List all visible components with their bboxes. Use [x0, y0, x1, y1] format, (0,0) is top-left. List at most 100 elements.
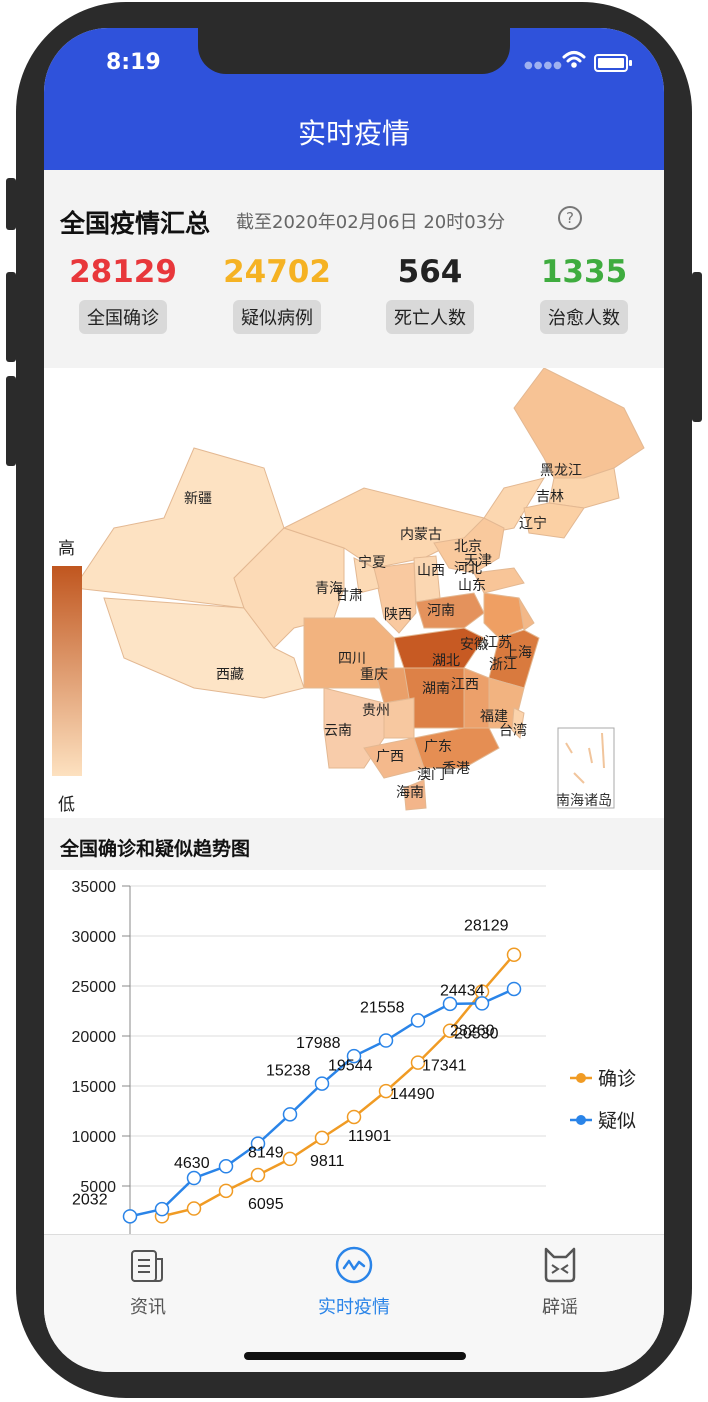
data-label: 19544	[328, 1058, 373, 1075]
data-point	[250, 1167, 266, 1183]
y-tick-label: 30000	[72, 929, 117, 946]
summary-updated-time: 截至2020年02月06日 20时03分	[236, 212, 506, 233]
data-label: 15238	[266, 1063, 311, 1080]
map-region-label: 广东	[424, 739, 452, 755]
y-tick-label: 35000	[72, 879, 117, 896]
tab-news[interactable]: 资讯	[88, 1245, 208, 1319]
data-label: 11901	[348, 1128, 391, 1145]
tab-rumor-label: 辟谣	[542, 1297, 578, 1318]
data-point	[346, 1109, 362, 1125]
stat-cured-value: 1335	[540, 254, 628, 290]
map-region-label: 西藏	[216, 667, 244, 683]
data-label: 17341	[422, 1058, 467, 1075]
legend-label: 确诊	[598, 1068, 636, 1090]
data-point	[314, 1076, 330, 1091]
data-label: 14490	[390, 1086, 435, 1103]
trend-chart-svg: 5000100001500020000250003000035000609598…	[72, 879, 636, 1234]
data-point	[122, 1209, 138, 1224]
map-region-label: 云南	[324, 723, 352, 739]
data-point	[474, 996, 490, 1011]
stat-suspected-value: 24702	[223, 254, 331, 290]
map-region-label: 贵州	[362, 703, 390, 719]
nav-bar: 8:19 ●●●● 实时疫情	[44, 28, 664, 170]
home-indicator[interactable]	[244, 1352, 466, 1360]
stat-confirmed-label: 全国确诊	[79, 300, 167, 334]
stat-deaths: 564 死亡人数	[370, 252, 490, 334]
map-region-label: 安徽	[460, 637, 488, 653]
map-region-label: 浙江	[489, 657, 517, 673]
map-region-label: 台湾	[499, 723, 527, 739]
tab-news-label: 资讯	[130, 1297, 166, 1318]
map-region-label: 湖北	[432, 653, 460, 669]
map-region-label: 香港	[442, 761, 470, 777]
map-region-label: 山东	[458, 578, 486, 594]
data-label: 2032	[72, 1191, 108, 1208]
rumor-icon	[544, 1247, 576, 1283]
map-region-label: 甘肃	[335, 588, 363, 604]
map-region-label: 黑龙江	[540, 463, 582, 479]
map-region-label: 江西	[451, 677, 479, 693]
data-label: 28129	[464, 918, 509, 935]
question-circle-icon[interactable]: ?	[558, 206, 582, 230]
data-label: 9811	[310, 1153, 345, 1170]
trend-icon	[335, 1246, 373, 1284]
stat-deaths-label: 死亡人数	[386, 300, 474, 334]
map-region-label: 澳门	[417, 767, 445, 783]
data-point	[442, 996, 458, 1012]
signal-icon: ●●●●	[524, 60, 563, 71]
data-point	[186, 1170, 202, 1186]
data-label: 17988	[296, 1035, 341, 1052]
trend-title: 全国确诊和疑似趋势图	[60, 838, 251, 860]
data-point	[218, 1183, 234, 1199]
data-label: 21558	[360, 999, 405, 1016]
tab-realtime[interactable]: 实时疫情	[294, 1245, 414, 1319]
battery-icon	[594, 54, 632, 72]
tab-rumor[interactable]: 辟谣	[500, 1245, 620, 1319]
data-point	[506, 947, 522, 962]
power-button	[692, 272, 702, 422]
wifi-icon	[562, 51, 586, 68]
volume-up-button	[6, 272, 16, 362]
stat-suspected-label: 疑似病例	[233, 300, 321, 334]
summary-panel: 全国疫情汇总 截至2020年02月06日 20时03分 ? 28129 全国确诊…	[44, 170, 664, 368]
tab-realtime-label: 实时疫情	[318, 1297, 390, 1318]
mute-switch	[6, 178, 16, 230]
data-label: 23260	[450, 1022, 495, 1039]
map-region-label: 陕西	[384, 607, 412, 623]
stat-deaths-value: 564	[397, 254, 463, 290]
data-point	[218, 1159, 234, 1174]
data-label: 8149	[248, 1145, 284, 1162]
map-region-label: 新疆	[184, 491, 212, 507]
map-region-label: 海南	[396, 785, 424, 801]
news-icon	[131, 1250, 163, 1282]
page-title: 实时疫情	[297, 117, 410, 150]
data-point	[282, 1107, 298, 1122]
status-time: 8:19	[106, 50, 161, 75]
stat-confirmed: 28129 全国确诊	[63, 252, 183, 334]
data-label: 4630	[174, 1155, 210, 1172]
y-tick-label: 25000	[72, 979, 117, 996]
legend-label: 疑似	[598, 1110, 636, 1132]
data-point	[506, 981, 522, 997]
legend-high-label: 高	[58, 539, 75, 559]
china-map[interactable]: 新疆 西藏 青海 甘肃 内蒙古 黑龙江 吉林 辽宁 北京 天津 河北 山西 山东 宁夏 陕西 河南 江苏 安徽 上海…	[44, 367, 664, 818]
south-china-sea-label: 南海诸岛	[556, 793, 612, 809]
map-region-label: 内蒙古	[400, 527, 442, 543]
legend-marker	[576, 1115, 586, 1125]
screen: 8:19 ●●●● 实时疫情 全国疫情汇总 截至2020年02月06日 20时0…	[44, 28, 664, 1372]
notch	[198, 28, 510, 74]
map-region-label: 辽宁	[519, 516, 547, 532]
map-region-label: 广西	[376, 749, 404, 765]
map-region-label: 重庆	[360, 667, 388, 683]
data-point	[282, 1151, 298, 1167]
y-tick-label: 20000	[72, 1029, 117, 1046]
stat-suspected: 24702 疑似病例	[217, 252, 337, 334]
summary-title: 全国疫情汇总	[60, 209, 211, 238]
data-point	[314, 1130, 330, 1146]
data-point	[378, 1033, 394, 1048]
y-tick-label: 15000	[72, 1079, 117, 1096]
map-region-label: 湖南	[422, 681, 450, 697]
volume-down-button	[6, 376, 16, 466]
map-region-label: 宁夏	[358, 555, 386, 571]
data-label: 6095	[248, 1196, 284, 1213]
